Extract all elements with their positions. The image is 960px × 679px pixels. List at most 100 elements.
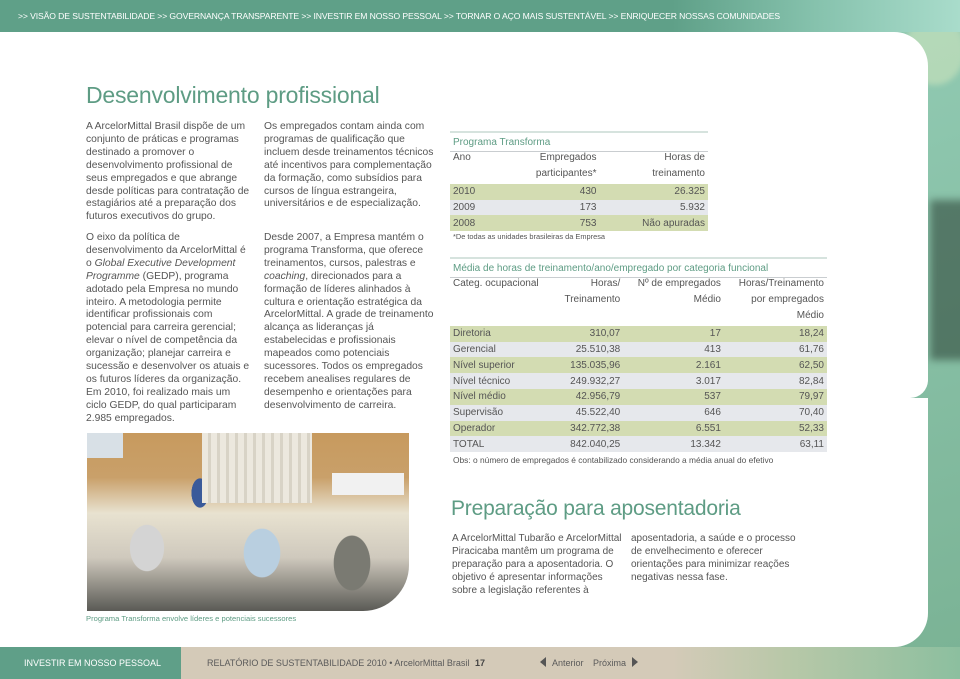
text: , direcionados para a formação de lídere… <box>264 270 434 411</box>
cell: Nível médio <box>450 388 554 405</box>
column-header: Médio <box>693 293 721 305</box>
table-footnote: *De todas as unidades brasileiras da Emp… <box>453 232 606 241</box>
cell: 13.342 <box>623 436 724 453</box>
cell: 26.325 <box>599 183 708 200</box>
table-footnote: Obs: o número de empregados é contabiliz… <box>453 455 774 465</box>
column-header: Categ. ocupacional <box>453 277 539 289</box>
breadcrumb: >> VISÃO DE SUSTENTABILIDADE >> GOVERNAN… <box>18 11 780 21</box>
column-header: Horas de <box>664 151 705 163</box>
photo-caption: Programa Transforma envolve líderes e po… <box>86 614 297 623</box>
cell: 3.017 <box>623 373 724 389</box>
cell: Supervisão <box>450 404 554 421</box>
cell: 430 <box>494 183 600 200</box>
cell: 25.510,38 <box>553 341 624 358</box>
page-number: 17 <box>475 658 486 668</box>
paragraph: aposentadoria, a saúde e o processo de e… <box>631 533 796 583</box>
cell: 173 <box>494 199 600 216</box>
nav-link-enriquecer[interactable]: >> ENRIQUECER NOSSAS COMUNIDADES <box>608 11 780 21</box>
cell: Nível técnico <box>450 373 554 389</box>
cell: Nível superior <box>450 357 554 374</box>
arrow-left-icon <box>540 657 546 667</box>
section-title: Preparação para aposentadoria <box>451 497 741 520</box>
cell: 6.551 <box>623 420 724 437</box>
paragraph: O eixo da política de desenvolvimento da… <box>86 232 251 426</box>
text-emphasis: coaching <box>264 270 306 282</box>
cell: 62,50 <box>723 357 827 374</box>
table-title: Média de horas de treinamento/ano/empreg… <box>450 256 827 278</box>
top-nav-bar: >> VISÃO DE SUSTENTABILIDADE >> GOVERNAN… <box>0 0 960 32</box>
cell: 52,33 <box>723 420 827 437</box>
footer-section-tab[interactable]: INVESTIR EM NOSSO PESSOAL <box>0 647 181 679</box>
column-header: Ano <box>453 151 471 163</box>
column-header <box>623 310 724 326</box>
nav-link-tornar[interactable]: >> TORNAR O AÇO MAIS SUSTENTÁVEL <box>444 11 606 21</box>
nav-link-investir[interactable]: >> INVESTIR EM NOSSO PESSOAL <box>301 11 441 21</box>
nav-link-visao[interactable]: >> VISÃO DE SUSTENTABILIDADE <box>18 11 155 21</box>
column-header: participantes* <box>535 167 597 179</box>
cell: 310,07 <box>553 325 624 342</box>
column-header: Horas/Treinamento <box>738 277 824 289</box>
previous-page-button[interactable]: Anterior <box>540 657 584 668</box>
paragraph: Os empregados contam ainda com programas… <box>264 121 434 210</box>
photo-detail <box>332 473 404 495</box>
column-header: Nº de empregados <box>637 277 721 289</box>
paragraph: A ArcelorMittal Tubarão e ArcelorMittal … <box>452 533 622 596</box>
text: Desde 2007, a Empresa mantém o programa … <box>264 232 424 269</box>
next-page-button[interactable]: Próxima <box>593 657 639 668</box>
cell: 5.932 <box>599 199 708 216</box>
meeting-photo <box>87 433 409 611</box>
table-row: TOTAL 842.040,25 13.342 63,11 <box>450 436 827 453</box>
table-row: Nível superior 135.035,96 2.161 62,50 <box>450 357 827 374</box>
table-row: 2010 430 26.325 <box>450 183 708 200</box>
cell: 63,11 <box>723 436 827 453</box>
table-row: Nível médio 42.956,79 537 79,97 <box>450 388 827 405</box>
background-decoration <box>930 200 960 360</box>
cell: 646 <box>623 404 724 421</box>
cell: 842.040,25 <box>553 436 624 453</box>
cell: 82,84 <box>723 373 827 389</box>
footer-section-label: INVESTIR EM NOSSO PESSOAL <box>24 658 162 668</box>
nav-link-governanca[interactable]: >> GOVERNANÇA TRANSPARENTE <box>157 11 299 21</box>
column-header: Empregados <box>539 151 597 163</box>
table-programa-transforma: Programa Transforma Ano Empregados Horas… <box>450 130 708 232</box>
photo-detail <box>202 433 312 503</box>
column-header <box>450 310 553 326</box>
next-label: Próxima <box>593 658 627 668</box>
cell: 45.522,40 <box>553 404 624 421</box>
cell: 249.932,27 <box>553 373 624 389</box>
table-row: Nível técnico 249.932,27 3.017 82,84 <box>450 373 827 389</box>
cell: Operador <box>450 420 554 437</box>
column-header: Médio <box>796 309 824 321</box>
cell: Não apuradas <box>599 215 708 232</box>
table-row: Diretoria 310,07 17 18,24 <box>450 325 827 342</box>
cell: 17 <box>623 325 724 342</box>
paragraph: Desde 2007, a Empresa mantém o programa … <box>264 232 434 413</box>
cell: 2.161 <box>623 357 724 374</box>
column-header: treinamento <box>652 167 705 179</box>
table-row: 2008 753 Não apuradas <box>450 215 708 232</box>
table-row: Operador 342.772,38 6.551 52,33 <box>450 420 827 437</box>
table-row: Supervisão 45.522,40 646 70,40 <box>450 404 827 421</box>
cell: 2010 <box>450 183 495 200</box>
cell: 2008 <box>450 215 495 232</box>
table-media-horas: Média de horas de treinamento/ano/empreg… <box>450 256 827 453</box>
cell: 61,76 <box>723 341 827 358</box>
table-row: 2009 173 5.932 <box>450 199 708 216</box>
cell: 135.035,96 <box>553 357 624 374</box>
previous-label: Anterior <box>552 658 584 668</box>
cell: 2009 <box>450 199 495 216</box>
column-header: por empregados <box>751 293 824 305</box>
column-header <box>450 168 495 184</box>
paragraph: A ArcelorMittal Brasil dispõe de um conj… <box>86 121 250 223</box>
footer-report-title: RELATÓRIO DE SUSTENTABILIDADE 2010 • Arc… <box>207 658 470 668</box>
footer-bar: INVESTIR EM NOSSO PESSOAL RELATÓRIO DE S… <box>0 647 960 679</box>
column-header <box>553 310 623 326</box>
cell: 342.772,38 <box>553 420 624 437</box>
column-header: Treinamento <box>564 293 621 305</box>
arrow-right-icon <box>632 657 639 667</box>
cell: 753 <box>494 215 600 232</box>
table-title: Programa Transforma <box>450 130 708 152</box>
cell: 79,97 <box>723 388 827 405</box>
cell: Gerencial <box>450 341 554 358</box>
text: (GEDP), programa adotado pela Empresa no… <box>86 270 250 424</box>
